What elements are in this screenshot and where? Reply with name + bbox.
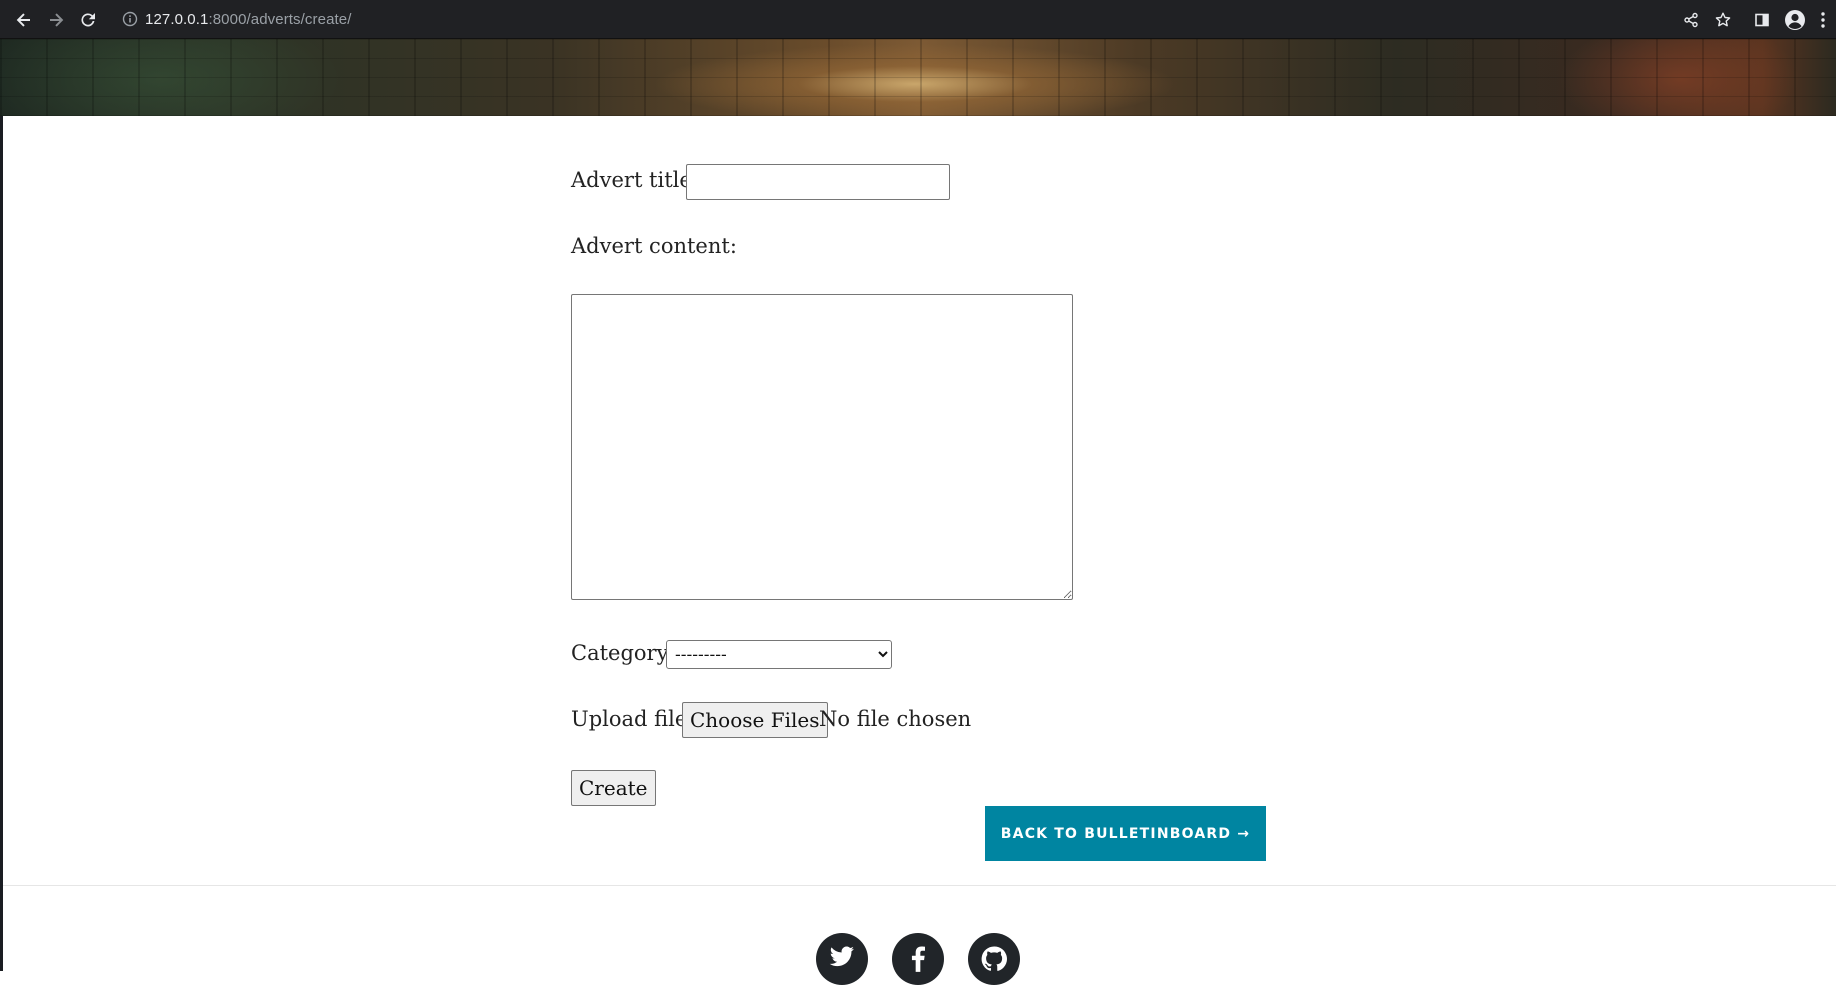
facebook-icon[interactable] bbox=[892, 933, 944, 985]
choose-files-button[interactable]: Choose Files bbox=[682, 702, 828, 738]
advert-content-textarea[interactable] bbox=[571, 294, 1073, 600]
address-bar[interactable]: 127.0.0.1:8000/adverts/create/ bbox=[116, 3, 1676, 36]
category-select[interactable]: --------- bbox=[666, 640, 892, 669]
info-icon[interactable] bbox=[122, 11, 138, 31]
footer-divider bbox=[3, 885, 1836, 886]
profile-icon[interactable] bbox=[1783, 8, 1807, 32]
header-banner-image bbox=[0, 39, 1836, 116]
back-to-bulletinboard-button[interactable]: BACK TO BULLETINBOARD → bbox=[985, 806, 1266, 861]
create-button[interactable]: Create bbox=[571, 770, 656, 806]
banner-texture bbox=[0, 39, 1836, 116]
page-edge-divider bbox=[0, 116, 3, 971]
kebab-menu-icon[interactable] bbox=[1815, 8, 1831, 32]
side-panel-icon[interactable] bbox=[1750, 8, 1774, 32]
github-icon[interactable] bbox=[968, 933, 1020, 985]
reload-icon[interactable] bbox=[76, 8, 100, 32]
advert-content-label: Advert content: bbox=[571, 234, 737, 258]
file-status-text: No file chosen bbox=[819, 707, 972, 731]
back-arrow-icon[interactable] bbox=[12, 8, 36, 32]
url-path: :8000/adverts/create/ bbox=[208, 11, 352, 28]
url-text: 127.0.0.1:8000/adverts/create/ bbox=[145, 11, 352, 28]
twitter-icon[interactable] bbox=[816, 933, 868, 985]
share-icon[interactable] bbox=[1679, 8, 1703, 32]
forward-arrow-icon[interactable] bbox=[44, 8, 68, 32]
advert-title-label: Advert title: bbox=[571, 168, 699, 192]
upload-file-label: Upload file: bbox=[571, 707, 695, 731]
url-host: 127.0.0.1 bbox=[145, 11, 209, 28]
browser-toolbar: 127.0.0.1:8000/adverts/create/ bbox=[0, 0, 1836, 39]
advert-title-input[interactable] bbox=[686, 164, 950, 200]
category-label: Category: bbox=[571, 641, 676, 665]
star-icon[interactable] bbox=[1711, 8, 1735, 32]
